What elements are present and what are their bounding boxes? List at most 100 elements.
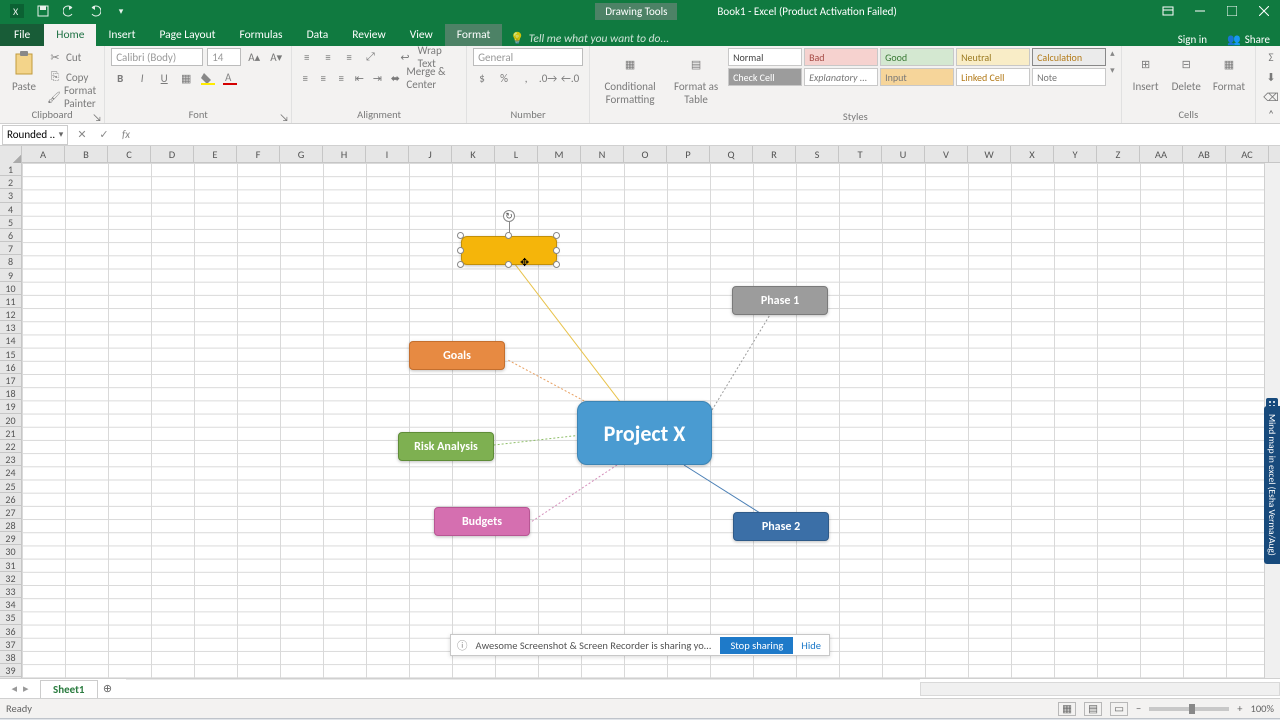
- enter-icon[interactable]: ✓: [96, 127, 112, 143]
- row-header[interactable]: 25: [0, 480, 21, 493]
- styles-more-icon[interactable]: ▾: [1110, 65, 1115, 76]
- signin-link[interactable]: Sign in: [1168, 33, 1217, 46]
- clear-button[interactable]: ⌫Clear: [1262, 88, 1280, 106]
- resize-handle[interactable]: [553, 247, 560, 254]
- column-header[interactable]: P: [667, 146, 710, 163]
- style-check-cell[interactable]: Check Cell: [728, 68, 802, 86]
- delete-cells-button[interactable]: ⊟Delete: [1168, 48, 1205, 95]
- tab-page-layout[interactable]: Page Layout: [147, 24, 227, 46]
- fx-icon[interactable]: fx: [118, 127, 134, 143]
- column-header[interactable]: Z: [1097, 146, 1140, 163]
- column-header[interactable]: X: [1011, 146, 1054, 163]
- decrease-decimal-icon[interactable]: ←.0: [561, 69, 579, 87]
- row-header[interactable]: 28: [0, 519, 21, 532]
- font-color-icon[interactable]: A: [221, 69, 239, 87]
- tab-home[interactable]: Home: [44, 24, 96, 46]
- align-middle-icon[interactable]: ≡: [319, 48, 336, 66]
- row-header[interactable]: 36: [0, 625, 21, 638]
- row-header[interactable]: 24: [0, 466, 21, 479]
- tab-review[interactable]: Review: [340, 24, 397, 46]
- stop-sharing-button[interactable]: Stop sharing: [720, 637, 793, 654]
- insert-cells-button[interactable]: ⊞Insert: [1128, 48, 1164, 95]
- row-header[interactable]: 4: [0, 203, 21, 216]
- row-header[interactable]: 37: [0, 638, 21, 651]
- row-header[interactable]: 6: [0, 229, 21, 242]
- normal-view-icon[interactable]: ▦: [1058, 702, 1076, 716]
- italic-icon[interactable]: I: [133, 69, 151, 87]
- font-name-combo[interactable]: [111, 48, 203, 66]
- undo-icon[interactable]: [60, 2, 78, 20]
- row-header[interactable]: 14: [0, 334, 21, 347]
- column-header[interactable]: S: [796, 146, 839, 163]
- fill-color-icon[interactable]: [199, 69, 217, 87]
- row-header[interactable]: 11: [0, 295, 21, 308]
- row-header[interactable]: 32: [0, 572, 21, 585]
- increase-decimal-icon[interactable]: .0→: [539, 69, 557, 87]
- row-header[interactable]: 29: [0, 532, 21, 545]
- name-box-input[interactable]: [3, 128, 55, 141]
- column-header[interactable]: G: [280, 146, 323, 163]
- formula-input[interactable]: [140, 125, 1280, 145]
- shape-goals[interactable]: Goals: [409, 341, 505, 370]
- sheet-prev-icon[interactable]: ◂: [11, 682, 17, 695]
- rotation-handle-icon[interactable]: ↻: [503, 210, 515, 222]
- align-left-icon[interactable]: ≡: [298, 69, 312, 87]
- page-layout-view-icon[interactable]: ▤: [1084, 702, 1102, 716]
- styles-scroll-up-icon[interactable]: ▴: [1110, 48, 1115, 59]
- cells-area[interactable]: Project X Phase 1 Phase 2 Goals Risk Ana…: [22, 163, 1264, 678]
- save-icon[interactable]: [34, 2, 52, 20]
- underline-icon[interactable]: U: [155, 69, 173, 87]
- row-header[interactable]: 18: [0, 387, 21, 400]
- column-header[interactable]: E: [194, 146, 237, 163]
- align-top-icon[interactable]: ≡: [298, 48, 315, 66]
- column-header[interactable]: N: [581, 146, 624, 163]
- column-header[interactable]: H: [323, 146, 366, 163]
- row-header[interactable]: 13: [0, 321, 21, 334]
- column-header[interactable]: Y: [1054, 146, 1097, 163]
- font-size-combo[interactable]: [207, 48, 241, 66]
- paste-button[interactable]: Paste: [6, 48, 42, 95]
- resize-handle[interactable]: [457, 247, 464, 254]
- row-header[interactable]: 20: [0, 414, 21, 427]
- style-neutral[interactable]: Neutral: [956, 48, 1030, 66]
- resize-handle[interactable]: [553, 232, 560, 239]
- dialog-launcher-icon[interactable]: ↘: [279, 111, 289, 121]
- tab-formulas[interactable]: Formulas: [227, 24, 294, 46]
- column-header[interactable]: K: [452, 146, 495, 163]
- collapse-ribbon-icon[interactable]: ˄: [1268, 108, 1274, 121]
- merge-icon[interactable]: ⬌: [388, 69, 402, 87]
- style-linked-cell[interactable]: Linked Cell: [956, 68, 1030, 86]
- decrease-indent-icon[interactable]: ⇤: [352, 69, 366, 87]
- row-header[interactable]: 22: [0, 440, 21, 453]
- row-header[interactable]: 15: [0, 348, 21, 361]
- row-header[interactable]: 31: [0, 559, 21, 572]
- shape-budgets[interactable]: Budgets: [434, 507, 530, 536]
- format-cells-button[interactable]: ▦Format: [1209, 48, 1249, 95]
- name-box[interactable]: ▾: [2, 125, 68, 145]
- maximize-icon[interactable]: [1216, 0, 1248, 22]
- sheet-nav[interactable]: ◂▸: [0, 679, 40, 698]
- wrap-text-icon[interactable]: ↩: [396, 48, 413, 66]
- column-header[interactable]: T: [839, 146, 882, 163]
- cancel-icon[interactable]: ✕: [74, 127, 90, 143]
- currency-icon[interactable]: $: [473, 69, 491, 87]
- row-header[interactable]: 1: [0, 163, 21, 176]
- select-all-button[interactable]: [0, 146, 22, 163]
- shape-project-x[interactable]: Project X: [577, 401, 712, 465]
- zoom-percent[interactable]: 100%: [1251, 702, 1274, 715]
- increase-font-icon[interactable]: A▴: [245, 48, 263, 66]
- cut-button[interactable]: ✂Cut: [46, 48, 98, 66]
- format-as-table-button[interactable]: ▤Format as Table: [668, 48, 724, 108]
- align-right-icon[interactable]: ≡: [334, 69, 348, 87]
- resize-handle[interactable]: [505, 232, 512, 239]
- column-header[interactable]: AB: [1183, 146, 1226, 163]
- zoom-slider[interactable]: [1149, 707, 1229, 711]
- format-painter-button[interactable]: 🖌Format Painter: [46, 88, 98, 106]
- column-header[interactable]: M: [538, 146, 581, 163]
- autosum-button[interactable]: ΣAutoSum: [1262, 48, 1280, 66]
- close-icon[interactable]: [1248, 0, 1280, 22]
- shape-phase2[interactable]: Phase 2: [733, 512, 829, 541]
- column-header[interactable]: W: [968, 146, 1011, 163]
- zoom-out-icon[interactable]: −: [1136, 702, 1141, 715]
- row-header[interactable]: 5: [0, 216, 21, 229]
